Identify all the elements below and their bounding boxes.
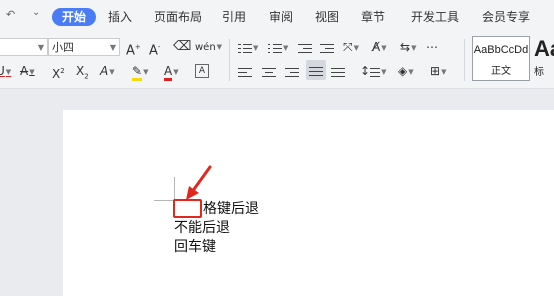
style-normal-sample: AaBbCcDd <box>473 44 529 56</box>
tab-view[interactable]: 视图 <box>309 8 345 26</box>
document-line[interactable]: 不能后退 <box>174 219 230 237</box>
annotation-arrow-icon <box>186 165 212 200</box>
ribbon-separator <box>464 39 465 81</box>
font-name-select[interactable]: ▼ <box>0 38 48 56</box>
font-size-select[interactable]: 小四 ▼ <box>48 38 120 56</box>
sort-icon[interactable]: ⇆▼ <box>400 38 416 56</box>
margin-corner-mark <box>154 200 174 201</box>
ribbon-tab-bar: ↶ ⌄ 开始 插入 页面布局 引用 审阅 视图 章节 开发工具 会员专享 <box>0 0 554 33</box>
style-normal-name: 正文 <box>491 66 511 77</box>
tab-member[interactable]: 会员专享 <box>476 8 536 26</box>
document-line[interactable]: 回车键 <box>174 238 216 256</box>
quick-access-chevron-icon[interactable]: ⌄ <box>32 7 40 18</box>
paragraph-mark-icon[interactable]: ⋯ <box>426 38 438 56</box>
align-left-icon[interactable] <box>238 62 252 80</box>
subscript-icon[interactable]: X2 <box>76 62 89 80</box>
char-border-icon[interactable]: A <box>195 64 209 78</box>
align-center-icon[interactable] <box>262 62 276 80</box>
phonetic-icon[interactable]: wén▼ <box>195 38 222 56</box>
style-heading-sample: Aa <box>534 36 554 61</box>
clear-format-icon[interactable]: ⌫ <box>173 38 191 56</box>
chevron-down-icon: ▼ <box>109 43 116 52</box>
distributed-icon[interactable] <box>331 62 345 80</box>
superscript-icon[interactable]: X2 <box>52 62 65 81</box>
ribbon-toolbar: ▼ 小四 ▼ A+ A- ⌫ wén▼ U▼ A▼ X2 X2 A▼ ✎▼ A▼… <box>0 33 554 89</box>
underline-icon[interactable]: U▼ <box>0 62 11 80</box>
chevron-down-icon: ▼ <box>37 43 44 52</box>
chinese-layout-icon[interactable]: ⤧▼ <box>343 38 359 56</box>
style-heading[interactable]: Aa 标 <box>534 36 554 81</box>
highlight-icon[interactable]: ✎▼ <box>132 62 148 81</box>
font-color-icon[interactable]: A▼ <box>164 62 179 81</box>
shading-icon[interactable]: ◈▼ <box>398 62 414 80</box>
decrease-indent-icon[interactable] <box>298 38 312 56</box>
increase-indent-icon[interactable] <box>320 38 334 56</box>
tab-developer[interactable]: 开发工具 <box>405 8 465 26</box>
document-page[interactable] <box>63 110 554 296</box>
text-direction-icon[interactable]: A̸▼ <box>372 38 387 56</box>
strikethrough-icon[interactable]: A▼ <box>20 62 35 80</box>
borders-icon[interactable]: ⊞▼ <box>430 62 446 80</box>
style-normal[interactable]: AaBbCcDd 正文 <box>472 36 530 81</box>
numbering-icon[interactable]: ▼ <box>268 38 288 56</box>
ribbon-separator <box>229 39 230 81</box>
tab-insert[interactable]: 插入 <box>102 8 138 26</box>
margin-corner-mark <box>174 177 175 200</box>
tab-references[interactable]: 引用 <box>216 8 252 26</box>
tab-review[interactable]: 审阅 <box>263 8 299 26</box>
bullets-icon[interactable]: ▼ <box>238 38 258 56</box>
tab-chapter[interactable]: 章节 <box>355 8 391 26</box>
style-heading-name: 标 <box>534 67 544 78</box>
justify-icon[interactable] <box>306 60 326 80</box>
undo-icon[interactable]: ↶ <box>6 8 15 21</box>
text-effect-icon[interactable]: A▼ <box>100 62 115 80</box>
line-spacing-icon[interactable]: ↕ ▼ <box>360 62 386 80</box>
shrink-font-icon[interactable]: A- <box>149 38 160 58</box>
font-size-value: 小四 <box>52 41 74 54</box>
align-right-icon[interactable] <box>285 62 299 80</box>
tab-page-layout[interactable]: 页面布局 <box>148 8 208 26</box>
grow-font-icon[interactable]: A+ <box>126 38 141 58</box>
tab-start[interactable]: 开始 <box>52 8 97 26</box>
